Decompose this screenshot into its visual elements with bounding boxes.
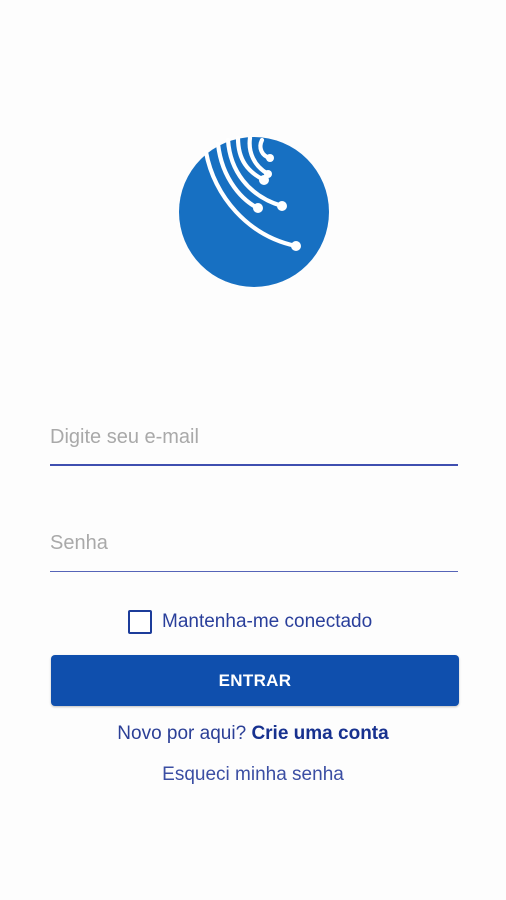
login-screen: Mantenha-me conectado ENTRAR Novo por aq…	[0, 0, 506, 900]
email-input[interactable]	[50, 418, 458, 466]
password-input[interactable]	[50, 524, 458, 572]
remember-me-toggle[interactable]: Mantenha-me conectado	[128, 608, 372, 636]
brand-logo	[178, 136, 330, 288]
login-button[interactable]: ENTRAR	[51, 655, 459, 706]
signup-prompt: Novo por aqui? Crie uma conta	[0, 723, 506, 745]
remember-me-label: Mantenha-me conectado	[162, 611, 373, 632]
forgot-password-link[interactable]: Esqueci minha senha	[0, 764, 506, 786]
signup-prompt-text: Novo por aqui?	[117, 723, 247, 744]
create-account-link[interactable]: Crie uma conta	[251, 723, 388, 744]
fiber-optic-logo-icon	[179, 136, 329, 287]
remember-me-checkbox[interactable]	[128, 610, 152, 634]
